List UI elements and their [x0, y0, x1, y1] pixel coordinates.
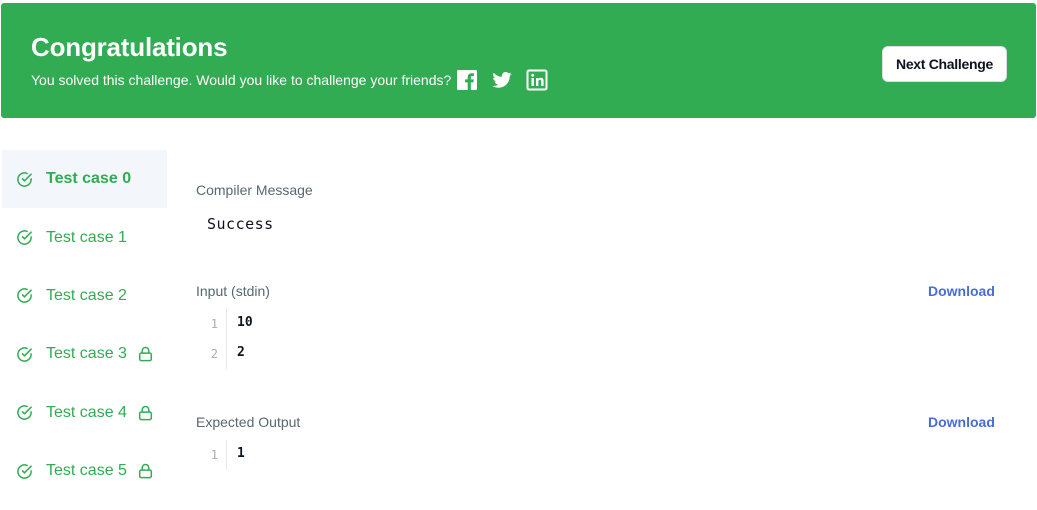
input-download-link[interactable]: Download [928, 283, 995, 299]
success-banner: Congratulations You solved this challeng… [1, 3, 1036, 118]
compiler-message-text: Success [207, 215, 274, 233]
code-text: 10 [237, 315, 253, 330]
banner-subtitle: You solved this challenge. Would you lik… [31, 72, 452, 88]
gutter-divider [226, 309, 227, 339]
test-case-label: Test case 2 [46, 286, 127, 304]
check-circle-icon [16, 346, 33, 363]
check-circle-icon [16, 229, 33, 246]
test-case-5[interactable]: Test case 5 [2, 442, 167, 500]
code-line: 1 1 [196, 440, 996, 470]
code-line: 2 2 [196, 339, 996, 369]
expected-download-link[interactable]: Download [928, 414, 995, 430]
twitter-icon[interactable] [491, 69, 513, 91]
check-circle-icon [16, 463, 33, 480]
check-circle-icon [16, 404, 33, 421]
expected-output-label: Expected Output [196, 414, 301, 430]
lock-icon [138, 346, 153, 362]
lock-icon [138, 463, 153, 479]
line-number: 1 [210, 448, 218, 462]
line-number: 2 [210, 347, 218, 361]
test-case-label: Test case 0 [46, 170, 132, 188]
banner-title: Congratulations [31, 32, 228, 62]
test-case-label: Test case 5 [46, 462, 127, 480]
check-circle-icon [16, 171, 33, 188]
gutter-divider [226, 339, 227, 369]
compiler-message-label: Compiler Message [196, 182, 313, 198]
test-case-4[interactable]: Test case 4 [2, 384, 167, 442]
test-case-label: Test case 1 [46, 228, 127, 246]
test-case-label: Test case 3 [46, 345, 127, 363]
linkedin-icon[interactable] [526, 69, 548, 91]
lock-icon [138, 405, 153, 421]
next-challenge-button[interactable]: Next Challenge [882, 46, 1007, 82]
expected-code-block: 1 1 [196, 440, 996, 470]
test-case-1[interactable]: Test case 1 [2, 208, 167, 266]
code-text: 2 [237, 345, 245, 360]
input-code-block: 1 10 2 2 [196, 309, 996, 369]
code-line: 1 10 [196, 309, 996, 339]
facebook-icon[interactable] [456, 69, 478, 91]
input-label: Input (stdin) [196, 283, 270, 299]
test-case-list: Test case 0 Test case 1 Test case 2 Test… [2, 150, 167, 500]
code-text: 1 [237, 446, 245, 461]
test-case-label: Test case 4 [46, 403, 127, 421]
test-case-0[interactable]: Test case 0 [2, 150, 167, 209]
gutter-divider [226, 440, 227, 470]
check-circle-icon [16, 287, 33, 304]
test-case-3[interactable]: Test case 3 [2, 325, 167, 383]
test-case-2[interactable]: Test case 2 [2, 267, 167, 325]
line-number: 1 [210, 317, 218, 331]
